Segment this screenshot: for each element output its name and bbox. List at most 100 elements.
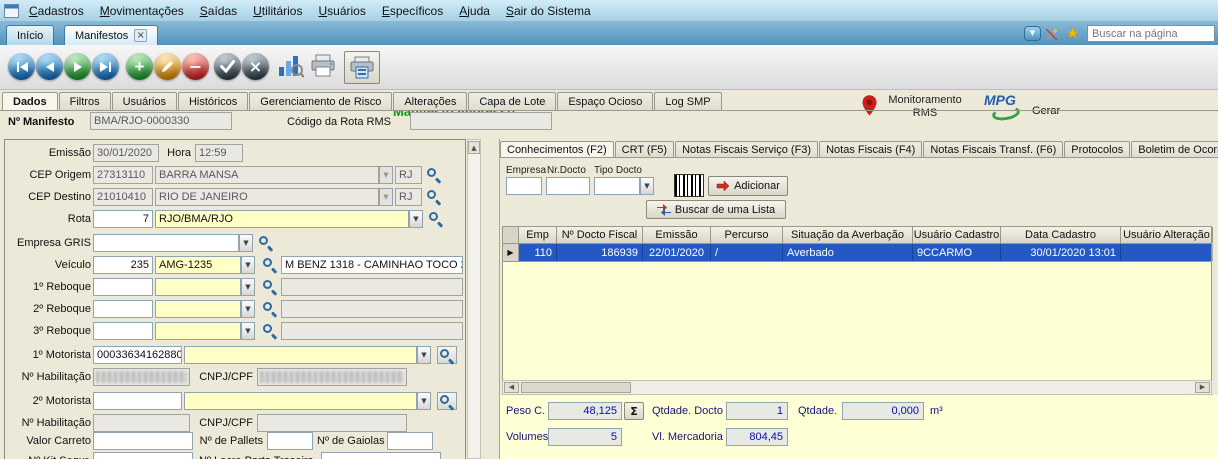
tab-notas-fiscais-servico[interactable]: Notas Fiscais Serviço (F3) <box>675 141 818 158</box>
tab-log-smp[interactable]: Log SMP <box>654 92 721 111</box>
menu-sair-do-sistema[interactable]: Sair do Sistema <box>498 1 599 21</box>
reboque1-combo-arrow-icon[interactable]: ▼ <box>241 278 255 296</box>
empresa-gris-combo[interactable] <box>93 234 239 252</box>
form-panel-scrollbar[interactable]: ▲ <box>467 139 481 459</box>
rota-combo[interactable]: RJO/BMA/RJO <box>155 210 409 228</box>
mpg-logo[interactable]: MPG <box>984 92 1028 124</box>
tab-capa-de-lote[interactable]: Capa de Lote <box>468 92 556 111</box>
motorista1-search-magnifier-button[interactable] <box>437 346 457 364</box>
grid-row-selected[interactable]: ▶ 110 186939 22/01/2020 / Averbado 9CCAR… <box>502 244 1212 262</box>
edit-button[interactable] <box>154 53 181 80</box>
reboque2-combo-arrow-icon[interactable]: ▼ <box>241 300 255 318</box>
col-percurso[interactable]: Percurso <box>711 227 783 243</box>
reboque3-codigo-field[interactable] <box>93 322 153 340</box>
rota-codigo-field[interactable]: 7 <box>93 210 153 228</box>
tab-protocolos[interactable]: Protocolos <box>1064 141 1130 158</box>
cep-origem-combo-arrow-icon[interactable]: ▼ <box>379 166 393 184</box>
menu-especificos[interactable]: Específicos <box>374 1 451 21</box>
tab-manifestos[interactable]: Manifestos × <box>64 25 158 45</box>
reboque1-placa-combo[interactable] <box>155 278 241 296</box>
tab-filtros[interactable]: Filtros <box>59 92 111 111</box>
scroll-right-icon[interactable]: ▶ <box>1195 382 1210 393</box>
reboque1-search-magnifier-button[interactable] <box>261 278 279 296</box>
menu-movimentacoes[interactable]: Movimentações <box>92 1 192 21</box>
monitoramento-rms-label[interactable]: Monitoramento RMS <box>880 94 970 120</box>
tab-notas-fiscais-transf[interactable]: Notas Fiscais Transf. (F6) <box>923 141 1063 158</box>
empresa-gris-search-magnifier-button[interactable] <box>257 234 275 252</box>
menu-ajuda[interactable]: Ajuda <box>451 1 498 21</box>
scrollbar-thumb[interactable] <box>521 382 631 393</box>
tab-inicio[interactable]: Início <box>6 25 54 45</box>
tab-espaco-ocioso[interactable]: Espaço Ocioso <box>557 92 653 111</box>
cep-origem-search-magnifier-button[interactable] <box>425 166 443 184</box>
motorista1-codigo-field[interactable]: 00033634162880 <box>93 346 182 364</box>
map-pin-icon[interactable] <box>862 95 877 119</box>
pallets-field[interactable] <box>267 432 313 450</box>
reboque3-placa-combo[interactable] <box>155 322 241 340</box>
col-emp[interactable]: Emp <box>519 227 557 243</box>
wand-icon[interactable] <box>1044 26 1060 45</box>
col-usuario-alteracao[interactable]: Usuário Alteração <box>1121 227 1213 243</box>
confirm-button[interactable] <box>214 53 241 80</box>
motorista1-combo-arrow-icon[interactable]: ▼ <box>417 346 431 364</box>
rota-combo-arrow-icon[interactable]: ▼ <box>409 210 423 228</box>
motorista2-codigo-field[interactable] <box>93 392 182 410</box>
cancel-button[interactable]: × <box>242 53 269 80</box>
print-button[interactable] <box>310 54 336 81</box>
col-emissao[interactable]: Emissão <box>643 227 711 243</box>
gerar-label[interactable]: Gerar <box>1032 105 1060 117</box>
tab-alteracoes[interactable]: Alterações <box>393 92 467 111</box>
reboque3-search-magnifier-button[interactable] <box>261 322 279 340</box>
barcode-icon[interactable] <box>674 174 704 197</box>
first-record-button[interactable] <box>8 53 35 80</box>
menu-utilitarios[interactable]: Utilitários <box>245 1 310 21</box>
scroll-left-icon[interactable]: ◀ <box>504 382 519 393</box>
grid-hscrollbar[interactable]: ◀ ▶ <box>502 380 1212 395</box>
cep-destino-combo-arrow-icon[interactable]: ▼ <box>379 188 393 206</box>
col-situacao-averbacao[interactable]: Situação da Averbação <box>783 227 913 243</box>
favorites-star-icon[interactable]: ★ <box>1066 26 1079 41</box>
veiculo-placa-combo[interactable]: AMG-1235 <box>155 256 241 274</box>
tab-gerenciamento-de-risco[interactable]: Gerenciamento de Risco <box>249 92 392 111</box>
tab-notas-fiscais[interactable]: Notas Fiscais (F4) <box>819 141 922 158</box>
last-record-button[interactable] <box>92 53 119 80</box>
menu-cadastros[interactable]: Cadastros <box>21 1 92 21</box>
tipo-docto-combo-arrow-icon[interactable]: ▼ <box>640 177 654 195</box>
reboque1-codigo-field[interactable] <box>93 278 153 296</box>
sum-sigma-button[interactable]: Σ <box>624 402 644 420</box>
valor-carreto-field[interactable] <box>93 432 193 450</box>
scroll-up-icon[interactable]: ▲ <box>468 141 480 154</box>
tab-usuarios[interactable]: Usuários <box>112 92 177 111</box>
col-docto-fiscal[interactable]: Nº Docto Fiscal <box>557 227 643 243</box>
search-input[interactable] <box>1087 25 1215 42</box>
menu-saidas[interactable]: Saídas <box>192 1 245 21</box>
kit-segur-field[interactable] <box>93 452 193 459</box>
tab-conhecimentos[interactable]: Conhecimentos (F2) <box>500 141 614 158</box>
chart-button[interactable] <box>278 54 304 81</box>
previous-record-button[interactable] <box>36 53 63 80</box>
tab-crt[interactable]: CRT (F5) <box>615 141 674 158</box>
veiculo-codigo-field[interactable]: 235 <box>93 256 153 274</box>
add-button[interactable]: + <box>126 53 153 80</box>
motorista2-nome-combo[interactable] <box>184 392 417 410</box>
delete-button[interactable]: − <box>182 53 209 80</box>
adicionar-button[interactable]: Adicionar <box>708 176 788 196</box>
reboque2-placa-combo[interactable] <box>155 300 241 318</box>
nr-docto-input[interactable] <box>546 177 590 195</box>
tipo-docto-combo[interactable] <box>594 177 640 195</box>
motorista2-combo-arrow-icon[interactable]: ▼ <box>417 392 431 410</box>
gaiolas-field[interactable] <box>387 432 433 450</box>
dropdown-badge-icon[interactable]: ▼ <box>1024 26 1041 41</box>
next-record-button[interactable] <box>64 53 91 80</box>
print-preview-button[interactable] <box>344 51 380 84</box>
menu-usuarios[interactable]: Usuários <box>310 1 373 21</box>
cep-destino-search-magnifier-button[interactable] <box>425 188 443 206</box>
close-tab-icon[interactable]: × <box>134 29 147 42</box>
rota-search-magnifier-button[interactable] <box>427 210 445 228</box>
lacre-field[interactable] <box>321 452 441 459</box>
tab-boletim-de-ocorrencia[interactable]: Boletim de Ocorrência <box>1131 141 1218 158</box>
tab-dados[interactable]: Dados <box>2 92 58 111</box>
col-usuario-cadastro[interactable]: Usuário Cadastro <box>913 227 1001 243</box>
motorista2-search-magnifier-button[interactable] <box>437 392 457 410</box>
empresa-gris-combo-arrow-icon[interactable]: ▼ <box>239 234 253 252</box>
